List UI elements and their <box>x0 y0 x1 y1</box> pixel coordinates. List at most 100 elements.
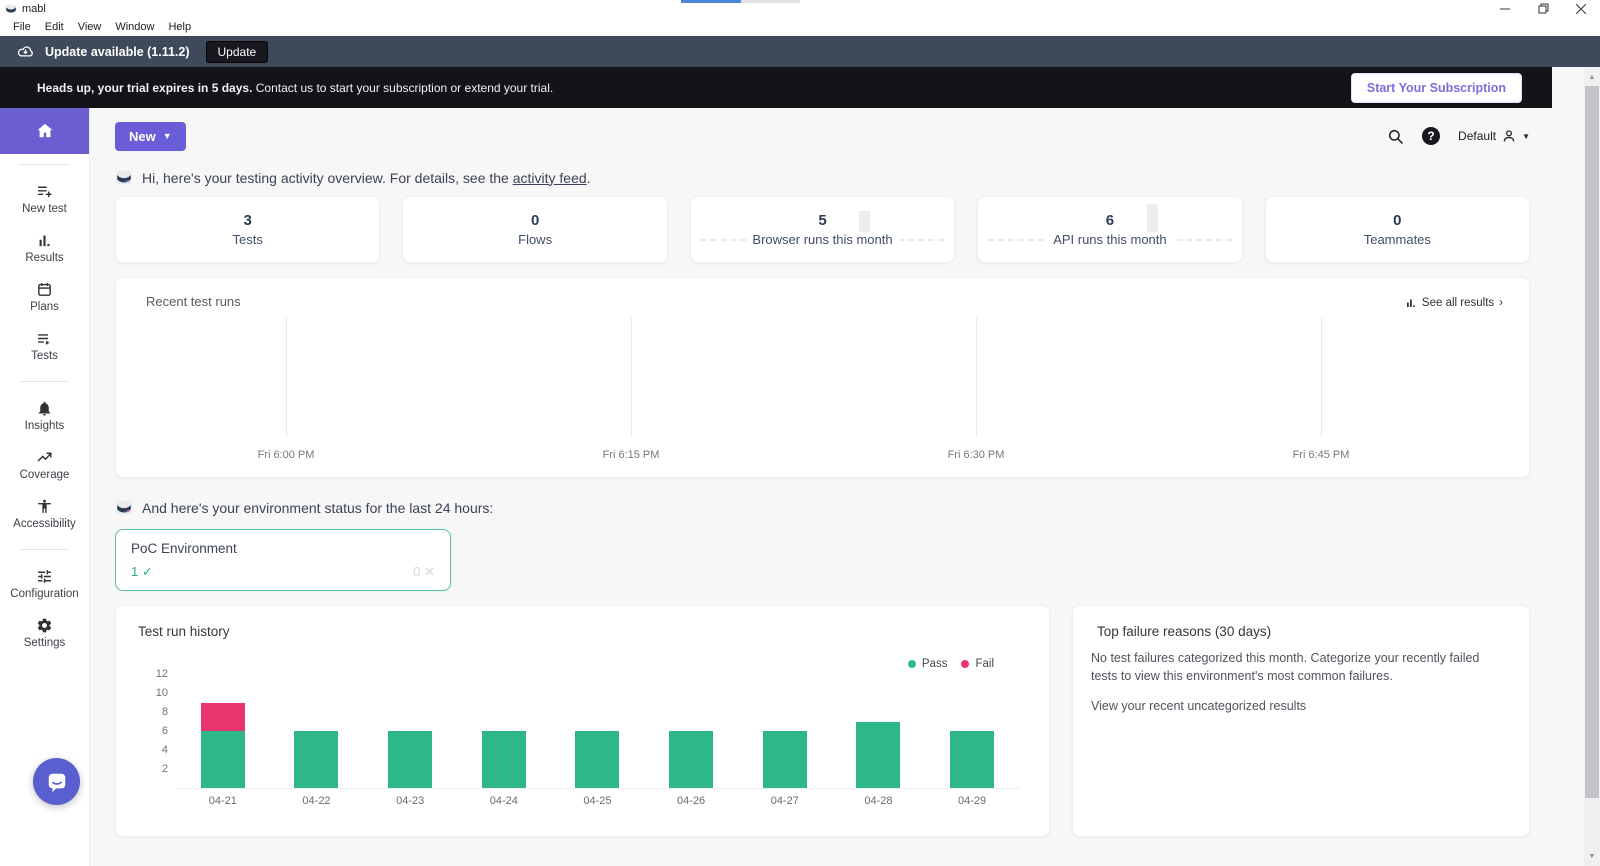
check-icon: ✓ <box>141 564 153 579</box>
fail-bar-segment <box>200 702 245 731</box>
minimize-button[interactable] <box>1486 0 1524 17</box>
menu-view[interactable]: View <box>72 19 108 35</box>
update-button[interactable]: Update <box>205 40 269 63</box>
scrollbar-thumb[interactable] <box>1585 86 1599 798</box>
bar-group[interactable]: 04-28 <box>856 675 901 807</box>
sidebar-label: Plans <box>30 301 59 313</box>
pass-bar-segment <box>856 721 901 788</box>
x-tick-label: 04-25 <box>583 795 612 807</box>
stat-value: 6 <box>1105 212 1115 229</box>
sidebar-item-insights[interactable]: Insights <box>0 392 89 441</box>
stat-card-api-runs[interactable]: 6 API runs this month <box>977 196 1243 263</box>
stats-row: 3 Tests 0 Flows 5 Browser runs this mont… <box>115 196 1531 263</box>
y-tick-label: 4 <box>161 744 168 756</box>
y-tick-label: 10 <box>155 687 168 699</box>
new-button-label: New <box>129 128 156 144</box>
sidebar-label: Configuration <box>10 588 79 600</box>
sidebar-item-coverage[interactable]: Coverage <box>0 441 89 490</box>
sidebar-label: Coverage <box>19 469 70 481</box>
test-run-history-panel: Test run history Pass Fail 04-21 04-22 04-… <box>115 605 1050 837</box>
bar-group[interactable]: 04-25 <box>575 675 620 807</box>
x-tick-label: 04-24 <box>489 795 518 807</box>
vertical-scrollbar[interactable]: ▲ ▼ <box>1584 67 1600 866</box>
sidebar-item-tests[interactable]: Tests <box>0 322 89 371</box>
stat-card-tests[interactable]: 3 Tests <box>115 196 381 263</box>
greeting-text: Hi, here's your testing activity overvie… <box>142 169 591 186</box>
bar-group[interactable]: 04-29 <box>950 675 995 807</box>
account-label: Default <box>1458 129 1497 143</box>
sidebar-item-plans[interactable]: Plans <box>0 273 89 322</box>
help-icon[interactable]: ? <box>1422 127 1441 145</box>
activity-feed-link[interactable]: activity feed <box>513 170 587 186</box>
bar-group[interactable]: 04-21 <box>200 675 245 807</box>
environment-fail-count: 0 ✕ <box>413 564 435 579</box>
stat-card-teammates[interactable]: 0 Teammates <box>1264 196 1531 263</box>
sidebar-item-configuration[interactable]: Configuration <box>0 560 89 609</box>
pass-bar-segment <box>481 731 526 788</box>
close-button[interactable] <box>1562 0 1600 17</box>
menu-edit[interactable]: Edit <box>39 19 70 35</box>
sidebar-divider <box>20 549 69 550</box>
sidebar-item-home[interactable] <box>0 108 89 154</box>
stat-card-browser-runs[interactable]: 5 Browser runs this month <box>689 196 956 263</box>
bar-group[interactable]: 04-23 <box>388 675 433 807</box>
cross-icon: ✕ <box>424 564 435 579</box>
stat-card-flows[interactable]: 0 Flows <box>402 196 668 263</box>
update-banner: Update available (1.11.2) Update <box>0 36 1600 67</box>
timeline-tick-label: Fri 6:00 PM <box>257 449 315 461</box>
scroll-up-arrow[interactable]: ▲ <box>1584 71 1600 83</box>
y-tick-label: 2 <box>161 763 168 775</box>
menu-help[interactable]: Help <box>162 19 197 35</box>
chat-launcher-button[interactable] <box>33 758 80 805</box>
x-tick-label: 04-23 <box>396 795 425 807</box>
sidebar-item-results[interactable]: Results <box>0 224 89 273</box>
search-icon[interactable] <box>1387 128 1404 145</box>
new-test-icon <box>38 186 52 198</box>
pass-bar-segment <box>294 731 339 788</box>
menubar: File Edit View Window Help <box>0 17 1600 36</box>
timeline-gridline <box>1321 318 1322 437</box>
sidebar-label: Tests <box>31 350 58 362</box>
results-icon <box>39 235 50 247</box>
new-button[interactable]: New ▼ <box>115 121 186 151</box>
bar-group[interactable]: 04-27 <box>762 675 807 807</box>
recent-runs-chart: Fri 6:00 PM Fri 6:15 PM Fri 6:30 PM Fri 6:4… <box>116 278 1529 477</box>
test-run-history-title: Test run history <box>138 624 230 639</box>
x-tick-label: 04-29 <box>958 795 987 807</box>
menu-file[interactable]: File <box>7 19 37 35</box>
x-tick-label: 04-22 <box>302 795 331 807</box>
sidebar-divider <box>20 164 69 165</box>
sidebar-item-accessibility[interactable]: Accessibility <box>0 490 89 539</box>
sidebar-item-new-test[interactable]: New test <box>0 175 89 224</box>
uncategorized-results-link[interactable]: View your recent uncategorized results <box>1091 699 1306 713</box>
start-subscription-button[interactable]: Start Your Subscription <box>1350 72 1522 103</box>
coverage-trend-icon <box>37 452 52 462</box>
bar-group[interactable]: 04-26 <box>669 675 714 807</box>
environment-card[interactable]: PoC Environment 1 ✓ 0 ✕ <box>115 529 451 591</box>
update-banner-text: Update available (1.11.2) <box>45 44 190 59</box>
mabl-avatar-icon <box>116 500 132 515</box>
failure-panel-title: Top failure reasons (30 days) <box>1097 624 1272 639</box>
account-menu[interactable]: Default ▼ <box>1458 128 1530 144</box>
sidebar-item-settings[interactable]: Settings <box>0 609 89 658</box>
fail-legend-dot <box>961 660 970 668</box>
bar-group[interactable]: 04-24 <box>481 675 526 807</box>
trial-banner-bold-text: Heads up, your trial expires in 5 days. <box>37 80 253 95</box>
scroll-down-arrow[interactable]: ▼ <box>1584 850 1600 862</box>
pass-bar-segment <box>669 731 714 788</box>
timeline-tick-label: Fri 6:30 PM <box>947 449 1005 461</box>
menu-window[interactable]: Window <box>109 19 160 35</box>
timeline-gridline <box>286 318 287 437</box>
restore-button[interactable] <box>1524 0 1562 17</box>
bar-group[interactable]: 04-22 <box>294 675 339 807</box>
stat-label: Browser runs this month <box>746 232 899 247</box>
mabl-app-icon <box>5 4 17 13</box>
mabl-avatar-icon <box>116 170 132 185</box>
chevron-down-icon: ▼ <box>162 131 172 141</box>
sidebar-label: Results <box>25 252 64 264</box>
plans-icon <box>38 283 51 296</box>
y-tick-label: 12 <box>155 668 168 680</box>
cloud-download-icon <box>17 46 33 57</box>
loading-strip-gray <box>741 0 800 3</box>
trial-banner-text: Heads up, your trial expires in 5 days. … <box>37 81 553 95</box>
